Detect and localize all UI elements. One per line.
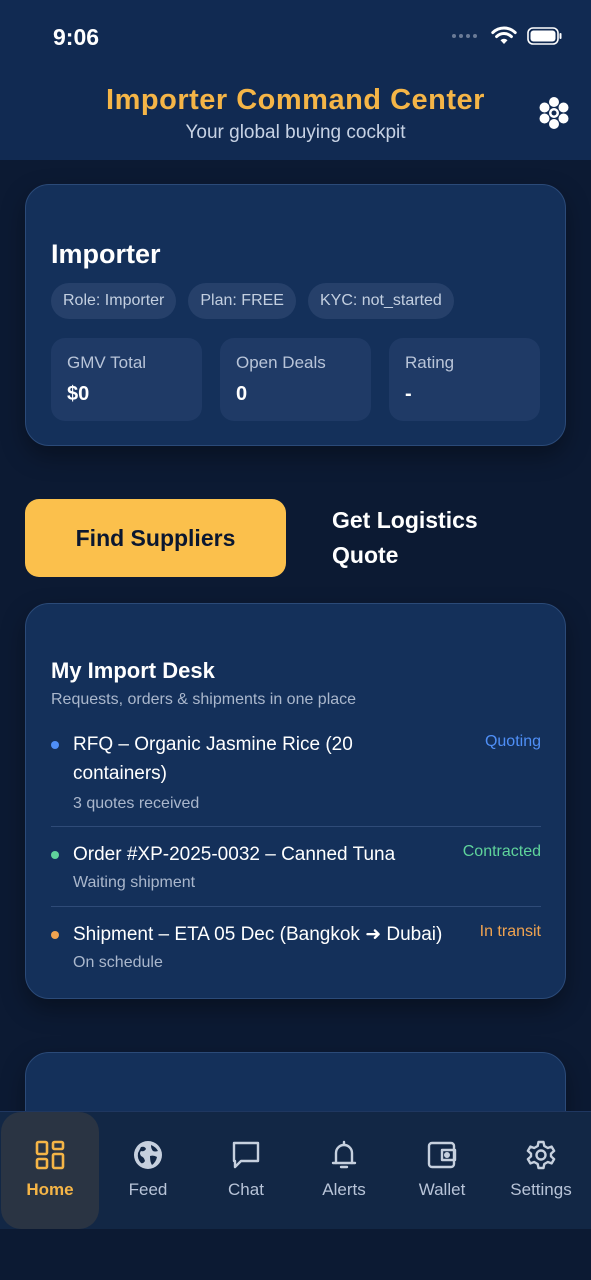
nav-item-home[interactable]: Home [1, 1112, 99, 1229]
bottom-nav: Home Feed Chat Alerts Wallet Settings [0, 1111, 591, 1229]
status-dot [51, 851, 59, 859]
globe-icon [134, 1141, 162, 1169]
divider [51, 906, 541, 907]
page-title: Importer Command Center [106, 84, 485, 116]
bell-icon [331, 1140, 357, 1169]
find-suppliers-button[interactable]: Find Suppliers [25, 499, 286, 577]
list-item[interactable]: Shipment – ETA 05 Dec (Bangkok ➜ Dubai) … [51, 920, 541, 980]
list-item-meta: 3 quotes received [73, 795, 200, 812]
status-badge: In transit [479, 923, 541, 940]
nav-item-alerts[interactable]: Alerts [295, 1112, 393, 1229]
list-item[interactable]: RFQ – Organic Jasmine Rice (20 container… [51, 730, 541, 820]
stat-value: 0 [236, 383, 248, 405]
stat-label: Rating [405, 353, 455, 372]
plan-chip: Plan: FREE [188, 283, 296, 319]
nav-label: Feed [128, 1180, 168, 1199]
desk-title: My Import Desk [51, 658, 215, 683]
hexagon-cluster-icon[interactable] [537, 96, 571, 130]
chat-icon [232, 1141, 260, 1169]
wallet-icon [427, 1141, 457, 1169]
list-item-meta: On schedule [73, 954, 163, 971]
get-logistics-quote-button[interactable]: Get Logistics Quote [332, 503, 532, 573]
nav-label: Settings [510, 1180, 572, 1199]
stat-value: $0 [67, 383, 90, 405]
nav-label: Home [26, 1180, 74, 1199]
status-icons [452, 26, 563, 46]
stat-value: - [405, 383, 412, 405]
stat-label: Open Deals [236, 353, 326, 372]
stat-label: GMV Total [67, 353, 147, 372]
import-desk-card: My Import Desk Requests, orders & shipme… [25, 603, 566, 999]
wifi-icon [491, 26, 517, 44]
stat-open-deals: Open Deals 0 [220, 338, 371, 421]
profile-card: Importer Role: Importer Plan: FREE KYC: … [25, 184, 566, 446]
app-header: 9:06 Importer Command Center Your global… [0, 0, 591, 160]
list-item-title: Shipment – ETA 05 Dec (Bangkok ➜ Dubai) [73, 924, 443, 945]
stat-gmv-total: GMV Total $0 [51, 338, 202, 421]
list-item-title: RFQ – Organic Jasmine Rice (20 container… [73, 734, 353, 784]
stats-row: GMV Total $0 Open Deals 0 Rating - [51, 338, 540, 421]
profile-name: Importer [51, 239, 161, 269]
nav-label: Wallet [418, 1180, 466, 1199]
role-chip: Role: Importer [51, 283, 177, 319]
page-subtitle: Your global buying cockpit [185, 122, 406, 143]
home-grid-icon [35, 1140, 65, 1170]
bottom-safe-area [0, 1229, 591, 1280]
nav-item-settings[interactable]: Settings [492, 1112, 590, 1229]
list-item-title: Order #XP-2025-0032 – Canned Tuna [73, 844, 396, 865]
battery-icon [527, 27, 562, 45]
nav-item-wallet[interactable]: Wallet [393, 1112, 491, 1229]
desk-subtitle: Requests, orders & shipments in one plac… [51, 691, 357, 708]
kyc-chip: KYC: not_started [307, 283, 454, 319]
nav-item-chat[interactable]: Chat [197, 1112, 295, 1229]
stat-rating: Rating - [389, 338, 540, 421]
nav-item-feed[interactable]: Feed [99, 1112, 197, 1229]
nav-label: Chat [228, 1180, 264, 1199]
gear-icon [526, 1140, 556, 1170]
nav-label: Alerts [322, 1180, 366, 1199]
status-dot [51, 931, 59, 939]
list-item-meta: Waiting shipment [73, 874, 196, 891]
status-badge: Quoting [484, 733, 541, 750]
profile-chips: Role: Importer Plan: FREE KYC: not_start… [51, 283, 454, 319]
status-badge: Contracted [462, 843, 541, 860]
list-item[interactable]: Order #XP-2025-0032 – Canned Tuna Waitin… [51, 840, 541, 900]
status-dot [51, 741, 59, 749]
signal-icon [452, 34, 477, 38]
divider [51, 826, 541, 827]
status-time: 9:06 [53, 24, 100, 50]
